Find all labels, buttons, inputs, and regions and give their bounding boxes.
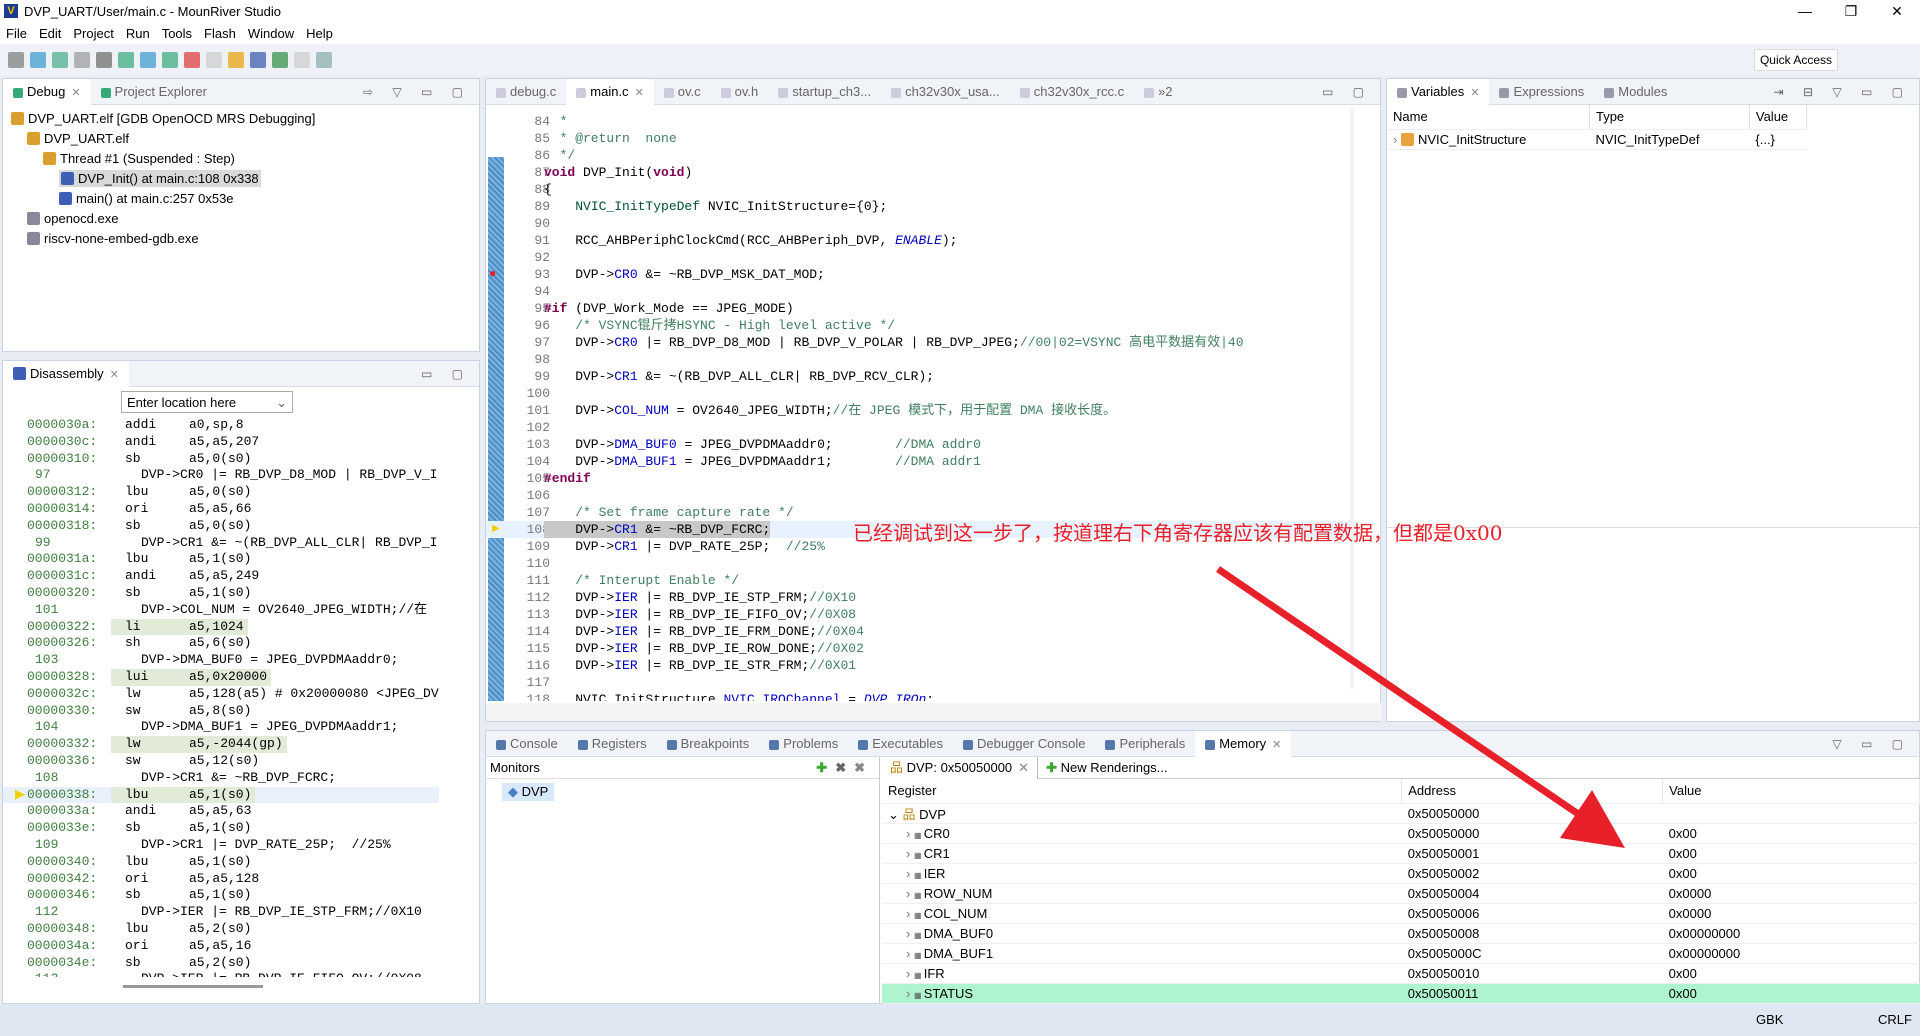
annotation-arrow [1216, 566, 1625, 848]
arrow-head [1560, 790, 1625, 848]
encoding-status: GBK [1756, 1012, 1784, 1027]
line-ending-status: CRLF [1878, 1012, 1912, 1027]
status-bar: GBK CRLF [0, 1004, 1920, 1036]
arrow-shaft [1216, 566, 1592, 825]
